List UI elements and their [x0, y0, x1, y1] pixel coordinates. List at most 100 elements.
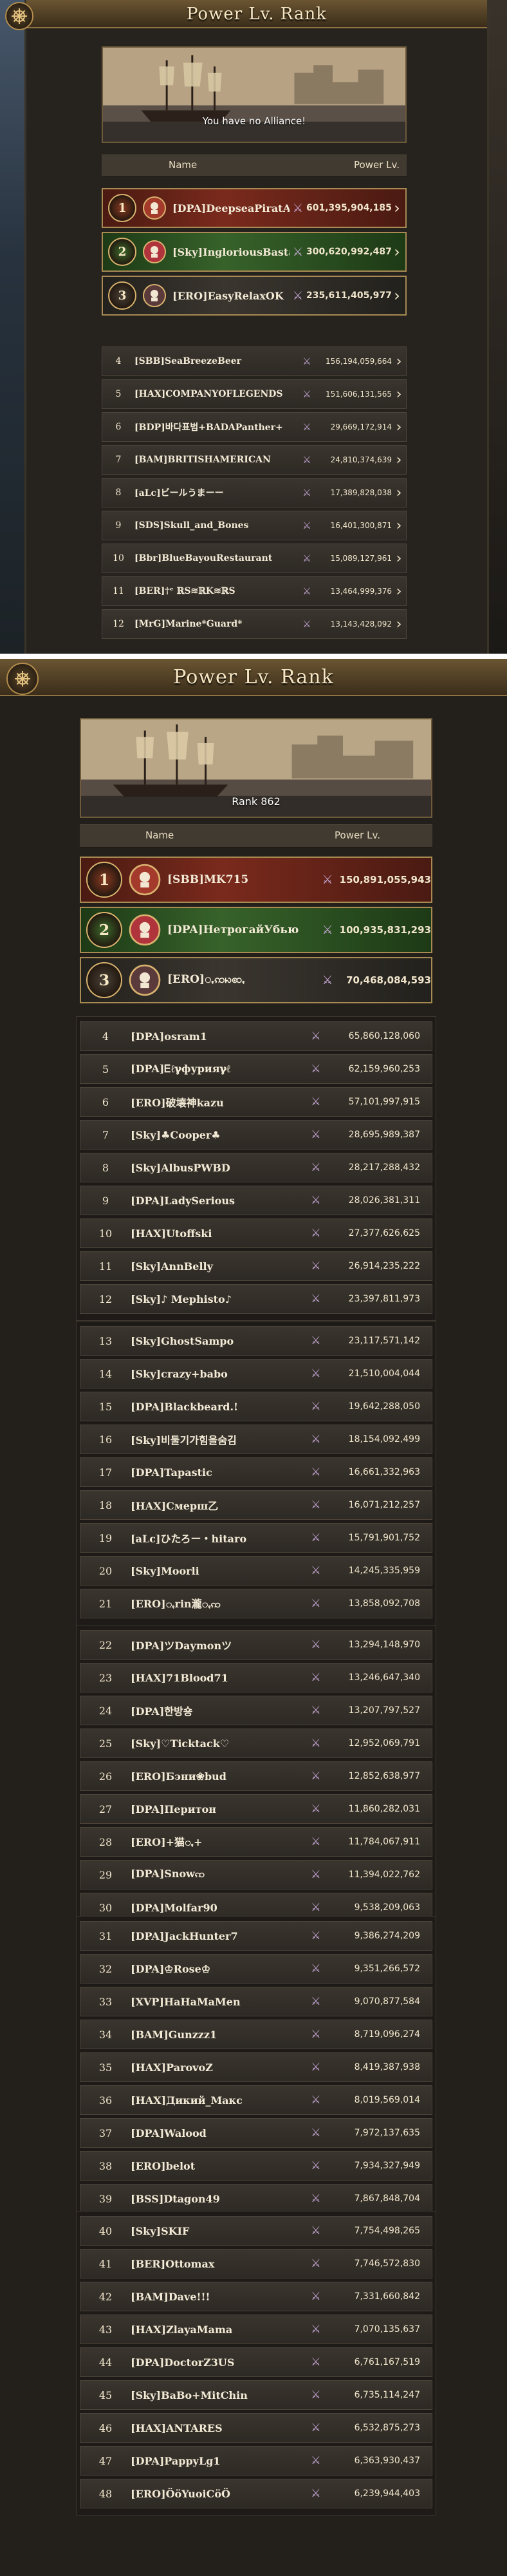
chevron-right-icon[interactable]: ›: [389, 199, 405, 217]
rank-number: 25: [98, 1737, 113, 1750]
rank-row[interactable]: 8 [Sky]AlbusPWBD ⚔ 28,217,288,432: [80, 1153, 432, 1182]
rank-row[interactable]: 34 [BAM]Gunzzz1 ⚔ 8,719,096,274: [80, 2020, 432, 2049]
alliance-status-text: You have no Alliance!: [202, 115, 306, 127]
chevron-right-icon[interactable]: ›: [392, 616, 406, 632]
rank-row[interactable]: 19 [aLc]ひたろー・hitaro ⚔ 15,791,901,752: [80, 1523, 432, 1553]
rank-row[interactable]: 44 [DPA]DoctorZ3US ⚔ 6,761,167,519: [80, 2347, 432, 2377]
rank-row[interactable]: 29 [DPA]Snowꩡ ⚔ 11,394,022,762: [80, 1860, 432, 1889]
rank-row[interactable]: 12 [MrG]Marine*Guard* ⚔ 13,143,428,092 ›: [102, 609, 407, 639]
power-value: 12,852,638,977: [348, 1771, 420, 1781]
rank-row[interactable]: 36 [HAX]Дикий_Макс ⚔ 8,019,569,014: [80, 2085, 432, 2115]
rank-row[interactable]: 25 [Sky]♡Ticktack♡ ⚔ 12,952,069,791: [80, 1728, 432, 1758]
rank-row[interactable]: 26 [ERO]Бэни❀bud ⚔ 12,852,638,977: [80, 1761, 432, 1791]
rank-row[interactable]: 4 [SBB]SeaBreezeBeer ⚔ 156,194,059,664 ›: [102, 346, 407, 376]
rank-row[interactable]: 48 [ERO]ÖöYuoiCöÖ ⚔ 6,239,944,403: [80, 2479, 432, 2508]
top-rank-row[interactable]: 3 [ERO]ꩻꩡꩢꩧꩻ ⚔ 70,468,084,593: [80, 957, 432, 1003]
chevron-right-icon[interactable]: ›: [392, 551, 406, 567]
rank-row[interactable]: 11 [Sky]AnnBelly ⚔ 26,914,235,222: [80, 1251, 432, 1281]
player-name: [ERO]Бэни❀bud: [131, 1770, 226, 1783]
rank-row[interactable]: 14 [Sky]crazy+babo ⚔ 21,510,004,044: [80, 1359, 432, 1388]
rank-number: 22: [98, 1638, 113, 1651]
rank-row[interactable]: 37 [DPA]Walood ⚔ 7,972,137,635: [80, 2118, 432, 2148]
rank-row[interactable]: 10 [HAX]Utoffski ⚔ 27,377,626,625: [80, 1218, 432, 1248]
alliance-emblem-icon: [127, 862, 162, 897]
power-value: 16,401,300,871: [330, 521, 392, 530]
rank-row[interactable]: 6 [ERO]破壊神kazu ⚔ 57,101,997,915: [80, 1087, 432, 1117]
power-value: 100,935,831,293: [339, 924, 431, 936]
top-rank-row[interactable]: 2 [Sky]IngloriousBastards⚔300,620,992,487…: [102, 232, 407, 272]
crossed-swords-icon: ⚔: [311, 2290, 321, 2303]
rank-row[interactable]: 6 [BDP]바다표범+BADAPanther+ ⚔ 29,669,172,914 ›: [102, 412, 407, 442]
top-rank-row[interactable]: 3 [ERO]EasyRelaxOK ⚔ 235,611,405,977 ›: [102, 276, 407, 316]
top-rank-row[interactable]: 2 [DPA]НетрогайУбью ⚔ 100,935,831,293: [80, 907, 432, 953]
rank-number: 18: [98, 1499, 113, 1511]
rank-row[interactable]: 27 [DPA]Перитон ⚔ 11,860,282,031: [80, 1794, 432, 1824]
screenshot-divider: [0, 654, 507, 659]
rank-row[interactable]: 31 [DPA]JackHunter7 ⚔ 9,386,274,209: [80, 1921, 432, 1951]
rank-row[interactable]: 42 [BAM]Dave!!! ⚔ 7,331,660,842: [80, 2282, 432, 2311]
rank-row[interactable]: 13 [Sky]GhostSampo ⚔ 23,117,571,142: [80, 1326, 432, 1356]
rank-row[interactable]: 33 [XVP]HaHaMaMen ⚔ 9,070,877,584: [80, 1987, 432, 2016]
rank-row[interactable]: 15 [DPA]Blackbeard.! ⚔ 19,642,288,050: [80, 1392, 432, 1421]
crossed-swords-icon: ⚔: [302, 421, 311, 433]
rank-row[interactable]: 47 [DPA]PappyLg1 ⚔ 6,363,930,437: [80, 2446, 432, 2476]
chevron-right-icon[interactable]: ›: [392, 419, 406, 435]
rank-row[interactable]: 16 [Sky]비둘기가힘을숨김 ⚔ 18,154,092,499: [80, 1425, 432, 1454]
rank-row[interactable]: 41 [BER]Ottomax ⚔ 7,746,572,830: [80, 2249, 432, 2278]
screenshot-1: Power Lv. Rank You have no Alliance! Nam…: [0, 0, 507, 654]
power-value: 9,386,274,209: [354, 1931, 420, 1941]
chevron-right-icon[interactable]: ›: [392, 452, 406, 468]
rank-medal-badge: 3: [108, 281, 136, 310]
chevron-right-icon[interactable]: ›: [389, 243, 405, 261]
crossed-swords-icon: ⚔: [311, 1128, 321, 1141]
player-name: [BDP]바다표범+BADAPanther+: [134, 422, 283, 433]
rank-row[interactable]: 17 [DPA]Tapastic ⚔ 16,661,332,963: [80, 1457, 432, 1487]
rank-row[interactable]: 21 [ERO]ꩻrin瀧ꩻꩡ ⚔ 13,858,092,708: [80, 1589, 432, 1618]
chevron-right-icon[interactable]: ›: [392, 485, 406, 501]
crossed-swords-icon: ⚔: [311, 2487, 321, 2500]
rank-number: 33: [98, 1995, 113, 2008]
rank-row[interactable]: 11 [BER]†ᵉ ℝS≋ℝK≋ℝS ⚔ 13,464,999,376 ›: [102, 576, 407, 606]
rank-row[interactable]: 28 [ERO]+猫ꩻ+ ⚔ 11,784,067,911: [80, 1827, 432, 1857]
rank-row[interactable]: 39 [BSS]Dtagon49 ⚔ 7,867,848,704: [80, 2184, 432, 2213]
rank-row[interactable]: 4 [DPA]osram1 ⚔ 65,860,128,060: [80, 1021, 432, 1051]
rank-row[interactable]: 18 [HAX]Смерш乙 ⚔ 16,071,212,257: [80, 1490, 432, 1520]
rank-row[interactable]: 7 [Sky]♣Cooper♣ ⚔ 28,695,989,387: [80, 1120, 432, 1150]
rank-row[interactable]: 9 [DPA]LadySerious ⚔ 28,026,381,311: [80, 1186, 432, 1215]
back-button[interactable]: [6, 663, 39, 695]
rank-row[interactable]: 7 [BAM]BRITISHAMERICAN ⚔ 24,810,374,639 ›: [102, 445, 407, 475]
chevron-right-icon[interactable]: ›: [392, 583, 406, 600]
rank-row[interactable]: 22 [DPA]ツDaymonツ ⚔ 13,294,148,970: [80, 1630, 432, 1660]
rank-row[interactable]: 9 [SDS]Skull_and_Bones ⚔ 16,401,300,871 ›: [102, 511, 407, 540]
rank-row[interactable]: 10 [Bbr]BlueBayouRestaurant ⚔ 15,089,127,96…: [102, 544, 407, 573]
crossed-swords-icon: ⚔: [302, 487, 311, 498]
power-value: 11,860,282,031: [348, 1804, 420, 1814]
rank-row[interactable]: 8 [aLc]ビールうまーー ⚔ 17,389,828,038 ›: [102, 478, 407, 507]
rank-row[interactable]: 5 [HAX]COMPANYOFLEGENDS ⚔ 151,606,131,565 ›: [102, 379, 407, 409]
rank-row[interactable]: 32 [DPA]♔Rose♔ ⚔ 9,351,266,572: [80, 1954, 432, 1984]
rank-row[interactable]: 35 [HAX]ParovoZ ⚔ 8,419,387,938: [80, 2052, 432, 2082]
back-button[interactable]: [5, 2, 33, 30]
rank-number: 10: [113, 553, 124, 564]
player-name: [Sky]GhostSampo: [131, 1334, 234, 1347]
rank-row[interactable]: 20 [Sky]Moorli ⚔ 14,245,335,959: [80, 1556, 432, 1586]
top-rank-row[interactable]: 1 [SBB]MK715 ⚔ 150,891,055,943: [80, 857, 432, 903]
rank-row[interactable]: 38 [ERO]belot ⚔ 7,934,327,949: [80, 2151, 432, 2181]
chevron-right-icon[interactable]: ›: [392, 518, 406, 534]
player-name: [DPA]Snowꩡ: [131, 1868, 205, 1880]
rank-row[interactable]: 46 [HAX]ANTARES ⚔ 6,532,875,273: [80, 2413, 432, 2443]
rank-number: 32: [98, 1962, 113, 1975]
rank-row[interactable]: 5 [DPA]Ꭼℓℽфурияℽℓ ⚔ 62,159,960,253: [80, 1054, 432, 1084]
chevron-right-icon[interactable]: ›: [392, 354, 406, 370]
rank-row[interactable]: 23 [HAX]71Blood71 ⚔ 13,246,647,340: [80, 1663, 432, 1692]
rank-row[interactable]: 45 [Sky]BaBo+MitChin ⚔ 6,735,114,247: [80, 2380, 432, 2410]
chevron-right-icon[interactable]: ›: [389, 287, 405, 305]
rank-row[interactable]: 24 [DPA]한방숑 ⚔ 13,207,797,527: [80, 1696, 432, 1725]
chevron-right-icon[interactable]: ›: [392, 386, 406, 402]
rank-row[interactable]: 40 [Sky]SKIF ⚔ 7,754,498,265: [80, 2216, 432, 2246]
top-rank-row[interactable]: 1 [DPA]DeepseaPiratAlliance⚔601,395,904,1…: [102, 188, 407, 228]
rank-row[interactable]: 12 [Sky]♪ Mephisto♪ ⚔ 23,397,811,973: [80, 1284, 432, 1314]
player-name: [Sky]Moorli: [131, 1564, 199, 1577]
rank-row[interactable]: 43 [HAX]ZlayaMama ⚔ 7,070,135,637: [80, 2315, 432, 2344]
rank-number: 27: [98, 1803, 113, 1815]
